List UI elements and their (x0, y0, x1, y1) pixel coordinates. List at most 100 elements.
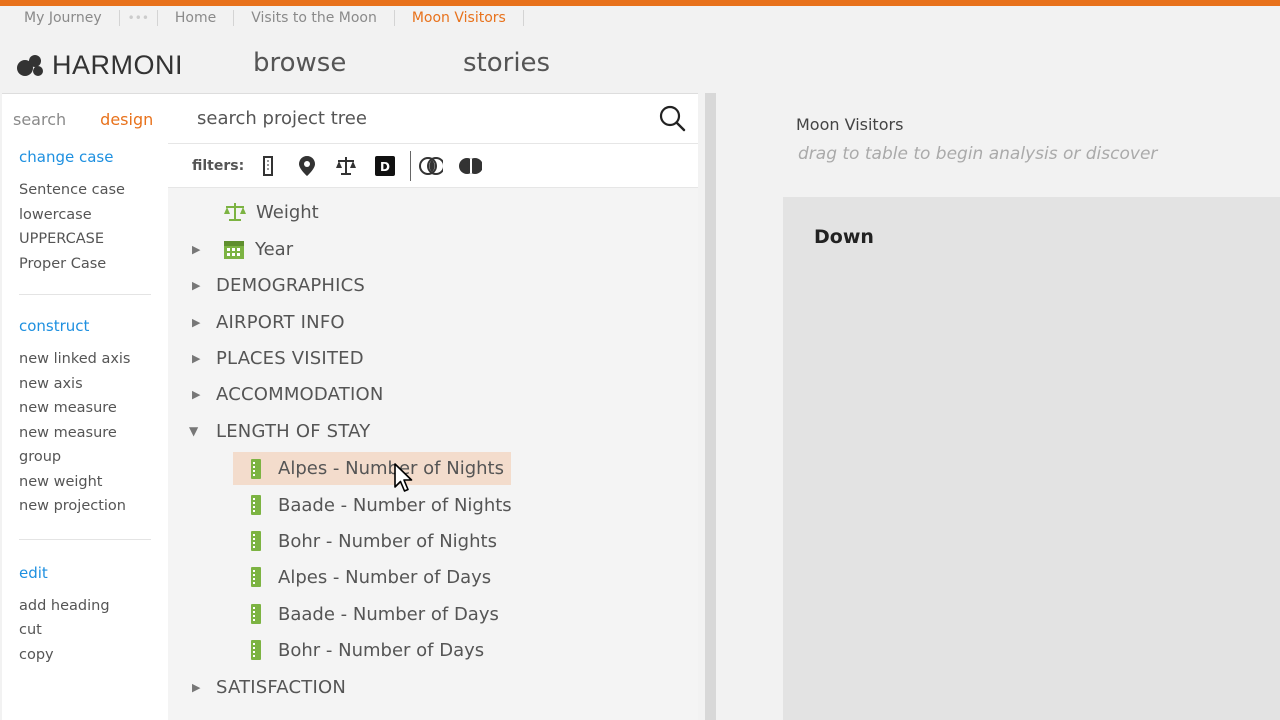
down-dropzone[interactable]: Down (783, 197, 1280, 720)
breadcrumb-my-journey[interactable]: My Journey (0, 10, 120, 26)
tree-node-measure-selected[interactable]: Alpes - Number of Nights (233, 452, 511, 485)
breadcrumb-home[interactable]: Home (158, 10, 235, 26)
measure-icon (251, 531, 261, 551)
nav-stories[interactable]: stories (463, 48, 550, 78)
harmoni-logo[interactable]: HARMONI (16, 50, 183, 81)
section-construct: construct new linked axis new axis new m… (2, 317, 168, 519)
tree-node-measure[interactable]: Bohr - Number of Days (251, 635, 484, 665)
divider (19, 538, 151, 540)
expand-caret-icon[interactable]: ▶ (192, 279, 212, 292)
section-title-change-case[interactable]: change case (19, 148, 168, 166)
tree-node-label: Year (255, 238, 294, 260)
filter-separator (410, 150, 412, 181)
half-filter-icon[interactable] (458, 154, 483, 178)
divider (19, 294, 151, 295)
action-new-linked-axis[interactable]: new linked axis (19, 347, 168, 372)
tab-search[interactable]: search (2, 110, 66, 129)
weight-icon (224, 203, 246, 221)
breadcrumb-ellipsis: ••• (120, 10, 158, 26)
tree-node-accommodation[interactable]: ▶ ACCOMMODATION (192, 379, 384, 409)
action-new-weight[interactable]: new weight (19, 470, 168, 495)
search-icon[interactable] (659, 105, 687, 133)
tree-node-measure[interactable]: Alpes - Number of Days (251, 562, 491, 592)
action-sentence-case[interactable]: Sentence case (19, 178, 168, 203)
tree-node-label: SATISFACTION (216, 676, 347, 698)
tree-node-length-of-stay[interactable]: ▼ LENGTH OF STAY (189, 416, 370, 446)
tree-node-label: LENGTH OF STAY (216, 420, 371, 442)
measure-filter-icon[interactable] (256, 154, 280, 178)
section-change-case: change case Sentence case lowercase UPPE… (2, 148, 168, 276)
filters-label: filters: (192, 157, 245, 174)
left-panel: search design change case Sentence case … (2, 93, 168, 720)
expand-caret-icon[interactable]: ▶ (192, 352, 212, 365)
tree-node-label: PLACES VISITED (216, 347, 364, 369)
tree-node-label: Weight (256, 201, 319, 223)
action-cut[interactable]: cut (19, 618, 168, 643)
panel-resize-handle[interactable] (705, 93, 716, 720)
action-new-projection[interactable]: new projection (19, 494, 168, 519)
tree-node-label: Baade - Number of Nights (278, 494, 512, 516)
mouse-cursor-icon (394, 463, 413, 492)
tree-node-label: Alpes - Number of Nights (278, 458, 504, 479)
tree-node-label: DEMOGRAPHICS (216, 274, 366, 296)
location-filter-icon[interactable] (295, 154, 319, 178)
tree-node-demographics[interactable]: ▶ DEMOGRAPHICS (192, 270, 365, 300)
measure-icon (251, 495, 261, 515)
tree-node-label: Baade - Number of Days (278, 603, 499, 625)
action-uppercase[interactable]: UPPERCASE (19, 227, 168, 252)
logo-mark-icon (17, 54, 43, 76)
section-title-construct[interactable]: construct (19, 317, 168, 335)
measure-icon (251, 604, 261, 624)
search-input[interactable] (168, 108, 618, 129)
action-new-measure[interactable]: new measure (19, 396, 168, 421)
tree-node-label: Bohr - Number of Nights (278, 530, 497, 552)
tree-node-label: Alpes - Number of Days (278, 566, 492, 588)
action-copy[interactable]: copy (19, 643, 168, 668)
table-title: Moon Visitors (796, 115, 904, 134)
app-header: HARMONI browse stories (0, 30, 1280, 92)
action-lowercase[interactable]: lowercase (19, 203, 168, 228)
nav-browse[interactable]: browse (253, 48, 346, 78)
date-filter-icon[interactable]: D (373, 154, 397, 178)
measure-icon (251, 567, 261, 587)
action-new-measure-group[interactable]: new measure group (19, 421, 129, 470)
collapse-caret-icon[interactable]: ▼ (189, 424, 212, 438)
dropzone-label: Down (814, 226, 874, 248)
tree-node-measure[interactable]: Baade - Number of Days (251, 599, 499, 629)
breadcrumb: My Journey ••• Home Visits to the Moon M… (0, 6, 1280, 30)
left-panel-tabs: search design (2, 94, 168, 144)
analysis-panel: Moon Visitors drag to table to begin ana… (716, 93, 1280, 720)
expand-caret-icon[interactable]: ▶ (192, 243, 212, 256)
tree-node-airport-info[interactable]: ▶ AIRPORT INFO (192, 307, 345, 337)
logo-text: HARMONI (52, 50, 183, 80)
filter-bar: filters: D (168, 144, 698, 188)
action-add-heading[interactable]: add heading (19, 594, 168, 619)
tree-node-weight[interactable]: Weight (223, 197, 319, 227)
tree-node-measure[interactable]: Bohr - Number of Nights (251, 526, 497, 556)
tree-search-bar (168, 94, 698, 144)
tree-node-satisfaction[interactable]: ▶ SATISFACTION (192, 672, 346, 702)
measure-icon (251, 458, 261, 479)
expand-caret-icon[interactable]: ▶ (192, 388, 212, 401)
action-proper-case[interactable]: Proper Case (19, 252, 168, 277)
breadcrumb-visits[interactable]: Visits to the Moon (234, 10, 395, 26)
tree-node-year[interactable]: ▶ Year (192, 234, 293, 264)
section-edit: edit add heading cut copy (2, 564, 168, 668)
calendar-icon (224, 241, 244, 259)
tab-design[interactable]: design (66, 110, 153, 129)
weight-filter-icon[interactable] (334, 154, 358, 178)
measure-icon (251, 640, 261, 660)
tree-node-places-visited[interactable]: ▶ PLACES VISITED (192, 343, 364, 373)
tree-node-label: Bohr - Number of Days (278, 639, 485, 661)
tree-node-measure[interactable]: Baade - Number of Nights (251, 490, 512, 520)
section-title-edit[interactable]: edit (19, 564, 168, 582)
breadcrumb-moon-visitors[interactable]: Moon Visitors (395, 10, 524, 26)
tree-node-label: AIRPORT INFO (216, 311, 345, 333)
action-new-axis[interactable]: new axis (19, 372, 168, 397)
svg-text:D: D (380, 160, 390, 174)
overlap-filter-icon[interactable] (419, 154, 444, 178)
project-tree-panel: filters: D Weight ▶ Year ▶ DEMOGRAPHICS (168, 93, 698, 720)
expand-caret-icon[interactable]: ▶ (192, 681, 212, 694)
expand-caret-icon[interactable]: ▶ (192, 316, 212, 329)
drop-hint: drag to table to begin analysis or disco… (798, 144, 1158, 164)
